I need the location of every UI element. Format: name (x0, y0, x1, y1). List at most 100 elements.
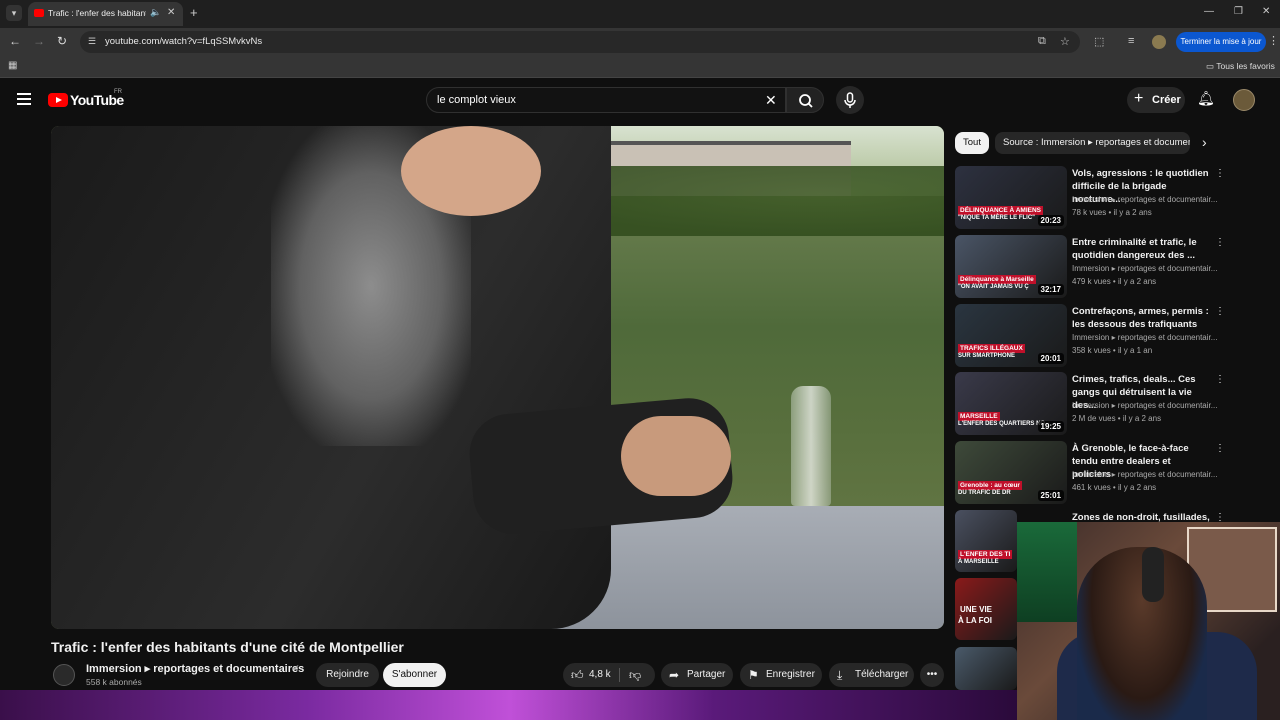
install-app-icon[interactable]: ⧉ (1038, 35, 1046, 48)
apps-grid-icon[interactable]: ▦ (8, 60, 17, 71)
recommendation-thumbnail[interactable]: Grenoble : au cœur DU TRAFIC DE DR 25:01 (955, 441, 1067, 504)
recommendation-title[interactable]: Entre criminalité et trafic, le quotidie… (1072, 236, 1212, 262)
search-input[interactable]: le complot vieux ✕ (426, 87, 786, 113)
subscriber-count: 558 k abonnés (86, 677, 142, 687)
chip-all[interactable]: Tout (955, 132, 989, 154)
recommendation-title[interactable]: Contrefaçons, armes, permis : les dessou… (1072, 305, 1212, 331)
save-button[interactable]: ⚑ Enregistrer (740, 663, 822, 687)
more-options-icon[interactable]: ⋮ (1215, 443, 1225, 454)
bookmark-star-icon[interactable]: ☆ (1060, 35, 1070, 48)
recommendation-thumbnail[interactable]: DÉLINQUANCE À AMIENS "NIQUE TA MÈRE LE FL… (955, 166, 1067, 229)
voice-search-button[interactable] (836, 86, 864, 114)
share-button[interactable]: ➦ Partager (661, 663, 733, 687)
more-options-icon[interactable]: ⋮ (1215, 237, 1225, 248)
close-window-icon[interactable]: ✕ (1262, 6, 1270, 17)
channel-name[interactable]: Immersion ▸ reportages et documentaires (86, 662, 304, 675)
download-button[interactable]: ⤓ Télécharger (829, 663, 914, 687)
download-icon: ⤓ (837, 668, 843, 682)
back-icon[interactable]: ← (9, 34, 21, 48)
url-text[interactable]: youtube.com/watch?v=fLqSSMvkvNs (105, 36, 262, 47)
recommendation-item[interactable]: TRAFICS ILLÉGAUX SUR SMARTPHONE 20:01 Contr… (955, 304, 1225, 368)
maximize-icon[interactable]: ❐ (1234, 6, 1243, 17)
new-tab-icon[interactable]: + (190, 5, 198, 20)
all-bookmarks-folder[interactable]: ▭ Tous les favoris (1206, 61, 1275, 72)
video-frame-hand-lower (621, 416, 731, 496)
download-label: Télécharger (855, 669, 909, 680)
thumbnail-subtitle: À LA FOI (958, 616, 992, 625)
browser-menu-icon[interactable]: ⋮ (1268, 34, 1279, 47)
profile-avatar[interactable] (1152, 35, 1166, 49)
clear-search-icon[interactable]: ✕ (765, 92, 777, 109)
minimize-icon[interactable]: — (1204, 6, 1214, 17)
folder-icon: ▭ (1206, 61, 1215, 71)
share-label: Partager (687, 669, 726, 680)
video-player[interactable] (51, 126, 944, 629)
recommendation-meta: 78 k vues • il y a 2 ans (1072, 208, 1152, 217)
tab-search-button[interactable]: ▾ (6, 5, 22, 21)
video-duration: 19:25 (1037, 421, 1064, 432)
recommendation-meta: 2 M de vues • il y a 2 ans (1072, 414, 1162, 423)
recommendation-thumbnail[interactable]: MARSEILLE L'ENFER DES QUARTIERS NO 19:25 (955, 372, 1067, 435)
bookmark-icon: ⚑ (748, 668, 759, 682)
chevron-right-icon[interactable]: › (1202, 134, 1207, 150)
browser-toolbar: ← → ↻ ☰ youtube.com/watch?v=fLqSSMvkvNs … (0, 28, 1280, 56)
recommendation-item[interactable]: MARSEILLE L'ENFER DES QUARTIERS NO 19:25 Cr… (955, 372, 1225, 436)
thumbnail-subtitle: DU TRAFIC DE DR (958, 490, 1011, 496)
recommendation-thumbnail[interactable]: L'ENFER DES TI À MARSEILLE (955, 510, 1017, 572)
reload-icon[interactable]: ↻ (57, 34, 67, 48)
search-query[interactable]: le complot vieux (437, 94, 516, 106)
forward-icon[interactable]: → (33, 34, 45, 48)
browser-tab[interactable]: Trafic : l'enfer des habitants d'une cit… (28, 2, 183, 26)
menu-icon[interactable] (17, 93, 31, 105)
site-info-icon[interactable]: ☰ (88, 36, 96, 47)
recommendation-thumbnail[interactable] (955, 647, 1017, 690)
youtube-play-icon (48, 93, 68, 107)
update-button[interactable]: Terminer la mise à jour (1176, 32, 1266, 52)
more-options-icon[interactable]: ⋮ (1215, 374, 1225, 385)
like-divider (619, 668, 620, 682)
video-duration: 32:17 (1037, 284, 1064, 295)
tab-title: Trafic : l'enfer des habitants d'une cit… (48, 8, 146, 18)
search-button[interactable] (786, 87, 824, 113)
notifications-bell-icon[interactable]: 🔔︎ (1197, 90, 1215, 107)
webcam-overlay (1017, 522, 1280, 720)
recommendation-thumbnail[interactable]: UNE VIE À LA FOI (955, 578, 1017, 640)
recommendation-thumbnail[interactable]: Délinquance à Marseille "ON AVAIT JAMAIS … (955, 235, 1067, 298)
recommendation-channel[interactable]: Immersion ▸ reportages et documentair... (1072, 401, 1224, 410)
video-duration: 20:23 (1037, 215, 1064, 226)
like-count[interactable]: 4,8 k (589, 663, 611, 687)
address-bar[interactable]: ☰ youtube.com/watch?v=fLqSSMvkvNs ⧉ ☆ (80, 31, 1080, 53)
channel-avatar[interactable] (53, 664, 75, 686)
close-tab-icon[interactable]: ✕ (167, 7, 175, 18)
speaker-icon[interactable]: 🔈 (150, 7, 161, 18)
account-avatar[interactable] (1233, 89, 1255, 111)
search-icon (799, 94, 813, 108)
thumbnail-subtitle: L'ENFER DES QUARTIERS NO (958, 421, 1046, 427)
bookmarks-bar: ▦ ▭ Tous les favoris (0, 56, 1280, 78)
create-button[interactable]: + Créer (1127, 87, 1185, 113)
recommendation-thumbnail[interactable]: TRAFICS ILLÉGAUX SUR SMARTPHONE 20:01 (955, 304, 1067, 367)
recommendation-channel[interactable]: Immersion ▸ reportages et documentair... (1072, 264, 1224, 273)
recommendation-channel[interactable]: Immersion ▸ reportages et documentair... (1072, 195, 1224, 204)
thumbnail-tag: L'ENFER DES TI (958, 550, 1013, 559)
chip-source[interactable]: Source : Immersion ▸ reportages et docum… (995, 132, 1190, 154)
recommendation-item[interactable]: Grenoble : au cœur DU TRAFIC DE DR 25:01 À … (955, 441, 1225, 505)
join-button[interactable]: Rejoindre (316, 663, 379, 687)
recommendation-channel[interactable]: Immersion ▸ reportages et documentair... (1072, 470, 1224, 479)
youtube-favicon-icon (34, 9, 44, 17)
dislike-icon[interactable]: 👎︎ (629, 663, 641, 687)
video-duration: 20:01 (1037, 353, 1064, 364)
like-icon[interactable]: 👍︎ (571, 663, 584, 687)
all-bookmarks-label: Tous les favoris (1216, 61, 1275, 71)
subscribe-button[interactable]: S'abonner (383, 663, 446, 687)
recommendation-item[interactable]: Délinquance à Marseille "ON AVAIT JAMAIS … (955, 235, 1225, 299)
reading-list-icon[interactable]: ≡ (1128, 35, 1134, 47)
thumbnail-tag: MARSEILLE (958, 412, 1000, 421)
plus-icon: + (1134, 90, 1144, 107)
recommendation-item[interactable]: DÉLINQUANCE À AMIENS "NIQUE TA MÈRE LE FL… (955, 166, 1225, 230)
extensions-icon[interactable]: ⬚ (1094, 35, 1104, 48)
more-options-icon[interactable]: ⋮ (1215, 306, 1225, 317)
recommendation-channel[interactable]: Immersion ▸ reportages et documentair... (1072, 333, 1224, 342)
more-actions-icon[interactable]: ••• (920, 663, 944, 687)
more-options-icon[interactable]: ⋮ (1215, 168, 1225, 179)
